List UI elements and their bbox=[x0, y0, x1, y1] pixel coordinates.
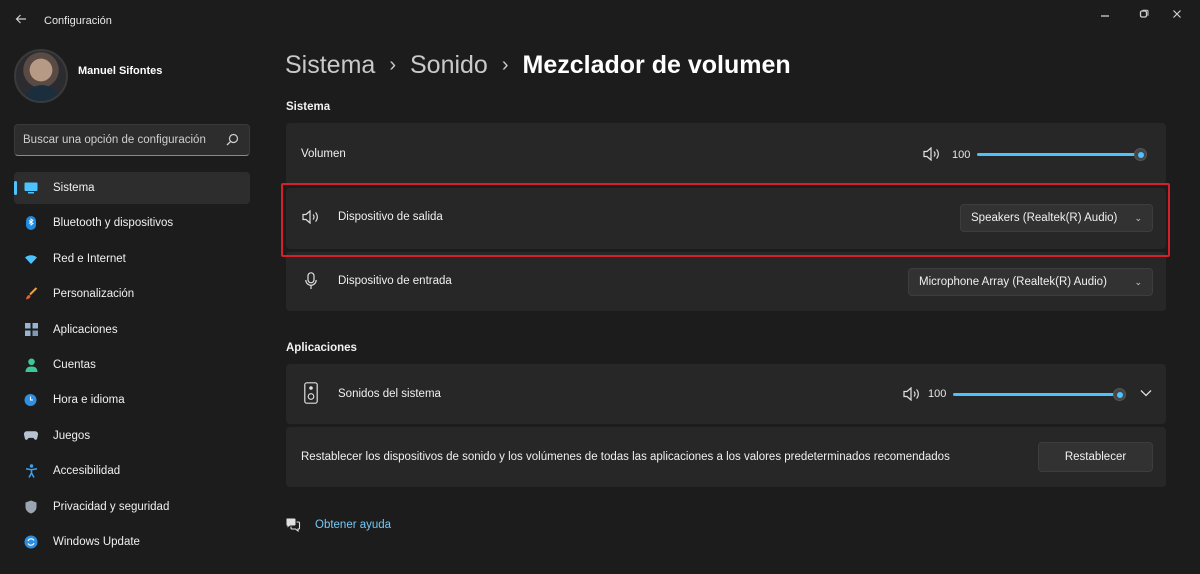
volume-slider[interactable] bbox=[977, 147, 1147, 161]
sidebar-item-label: Windows Update bbox=[53, 535, 140, 548]
wifi-icon bbox=[24, 252, 38, 266]
sidebar-item-label: Red e Internet bbox=[53, 252, 126, 265]
section-heading-aplicaciones: Aplicaciones bbox=[286, 342, 357, 354]
input-device-card: Dispositivo de entrada Microphone Array … bbox=[286, 252, 1166, 311]
apps-icon bbox=[24, 323, 38, 337]
slider-thumb[interactable] bbox=[1134, 148, 1147, 161]
person-icon bbox=[24, 358, 38, 372]
help-link[interactable]: Obtener ayuda bbox=[315, 519, 391, 531]
brush-icon bbox=[24, 287, 38, 301]
breadcrumb-separator: › bbox=[389, 54, 396, 76]
volume-value: 100 bbox=[952, 149, 971, 161]
search-box[interactable] bbox=[14, 124, 250, 156]
update-icon bbox=[24, 535, 38, 549]
sidebar-item-label: Privacidad y seguridad bbox=[53, 500, 170, 513]
expand-chevron-icon[interactable] bbox=[1140, 389, 1152, 397]
output-device-card: Dispositivo de salida Speakers (Realtek(… bbox=[286, 188, 1166, 249]
sidebar-item-label: Bluetooth y dispositivos bbox=[53, 217, 174, 230]
output-device-value: Speakers (Realtek(R) Audio) bbox=[971, 212, 1118, 224]
speaker-icon[interactable] bbox=[903, 387, 921, 401]
sidebar-item-sistema[interactable]: Sistema bbox=[14, 172, 250, 204]
breadcrumb: Sistema › Sonido › Mezclador de volumen bbox=[285, 51, 791, 80]
sidebar-item-label: Accesibilidad bbox=[53, 465, 121, 478]
search-input[interactable] bbox=[23, 131, 223, 149]
sidebar-item-red-internet[interactable]: Red e Internet bbox=[14, 243, 250, 275]
section-heading-sistema: Sistema bbox=[286, 101, 331, 113]
chevron-down-icon: ⌄ bbox=[1134, 277, 1142, 287]
slider-track[interactable] bbox=[977, 153, 1140, 156]
input-device-label: Dispositivo de entrada bbox=[338, 275, 452, 287]
user-avatar[interactable] bbox=[14, 49, 68, 103]
system-sounds-slider[interactable] bbox=[953, 387, 1126, 401]
breadcrumb-separator: › bbox=[501, 54, 509, 76]
accessibility-icon bbox=[24, 464, 38, 478]
search-icon[interactable] bbox=[226, 133, 239, 146]
title-bar: Configuración bbox=[0, 0, 1200, 40]
sidebar-item-label: Aplicaciones bbox=[53, 323, 118, 336]
chevron-down-icon: ⌄ bbox=[1134, 213, 1142, 223]
microphone-icon bbox=[305, 272, 317, 289]
bluetooth-icon bbox=[24, 216, 38, 231]
sidebar-item-label: Cuentas bbox=[53, 358, 96, 371]
speaker-icon[interactable] bbox=[923, 147, 941, 161]
sidebar-item-label: Juegos bbox=[53, 429, 91, 442]
system-sounds-icon bbox=[304, 382, 318, 404]
volume-card: Volumen 100 bbox=[286, 123, 1166, 184]
system-sounds-card: Sonidos del sistema 100 bbox=[286, 364, 1166, 424]
breadcrumb-sonido[interactable]: Sonido bbox=[410, 51, 488, 79]
input-device-value: Microphone Array (Realtek(R) Audio) bbox=[919, 276, 1107, 288]
reset-card: Restablecer los dispositivos de sonido y… bbox=[286, 427, 1166, 487]
sidebar-item-label: Hora e idioma bbox=[53, 394, 125, 407]
minimize-button[interactable] bbox=[1094, 8, 1116, 24]
sidebar-item-cuentas[interactable]: Cuentas bbox=[14, 349, 250, 381]
app-title: Configuración bbox=[44, 15, 112, 27]
monitor-icon bbox=[24, 181, 38, 195]
system-sounds-value: 100 bbox=[928, 388, 947, 400]
breadcrumb-sistema[interactable]: Sistema bbox=[285, 51, 375, 79]
gamepad-icon bbox=[24, 429, 38, 443]
sidebar-item-label: Sistema bbox=[53, 182, 95, 194]
restore-button[interactable] bbox=[1133, 8, 1155, 24]
sidebar-item-personalizacion[interactable]: Personalización bbox=[14, 278, 250, 310]
reset-description: Restablecer los dispositivos de sonido y… bbox=[301, 451, 950, 463]
system-sounds-label: Sonidos del sistema bbox=[338, 388, 441, 400]
output-device-dropdown[interactable]: Speakers (Realtek(R) Audio) ⌄ bbox=[960, 204, 1153, 232]
sidebar-item-label: Personalización bbox=[53, 288, 135, 301]
speaker-icon bbox=[302, 210, 318, 224]
volume-label: Volumen bbox=[301, 148, 346, 160]
close-button[interactable] bbox=[1166, 8, 1188, 24]
sidebar-item-juegos[interactable]: Juegos bbox=[14, 420, 250, 452]
shield-icon bbox=[24, 500, 38, 514]
globe-clock-icon bbox=[24, 393, 38, 407]
input-device-dropdown[interactable]: Microphone Array (Realtek(R) Audio) ⌄ bbox=[908, 268, 1153, 296]
output-device-label: Dispositivo de salida bbox=[338, 211, 443, 223]
help-icon bbox=[286, 518, 301, 532]
sidebar-item-privacidad[interactable]: Privacidad y seguridad bbox=[14, 491, 250, 523]
slider-thumb[interactable] bbox=[1113, 388, 1126, 401]
slider-track[interactable] bbox=[953, 393, 1119, 396]
sidebar-item-bluetooth[interactable]: Bluetooth y dispositivos bbox=[14, 207, 250, 239]
page-title: Mezclador de volumen bbox=[522, 51, 791, 79]
sidebar-item-aplicaciones[interactable]: Aplicaciones bbox=[14, 314, 250, 346]
sidebar-item-windows-update[interactable]: Windows Update bbox=[14, 526, 250, 558]
sidebar-item-accesibilidad[interactable]: Accesibilidad bbox=[14, 455, 250, 487]
back-arrow-icon[interactable] bbox=[12, 11, 30, 29]
sidebar-nav: Sistema Bluetooth y dispositivos Red e I… bbox=[14, 172, 250, 561]
sidebar-item-hora-idioma[interactable]: Hora e idioma bbox=[14, 384, 250, 416]
user-name: Manuel Sifontes bbox=[78, 65, 163, 77]
reset-button[interactable]: Restablecer bbox=[1038, 442, 1153, 472]
